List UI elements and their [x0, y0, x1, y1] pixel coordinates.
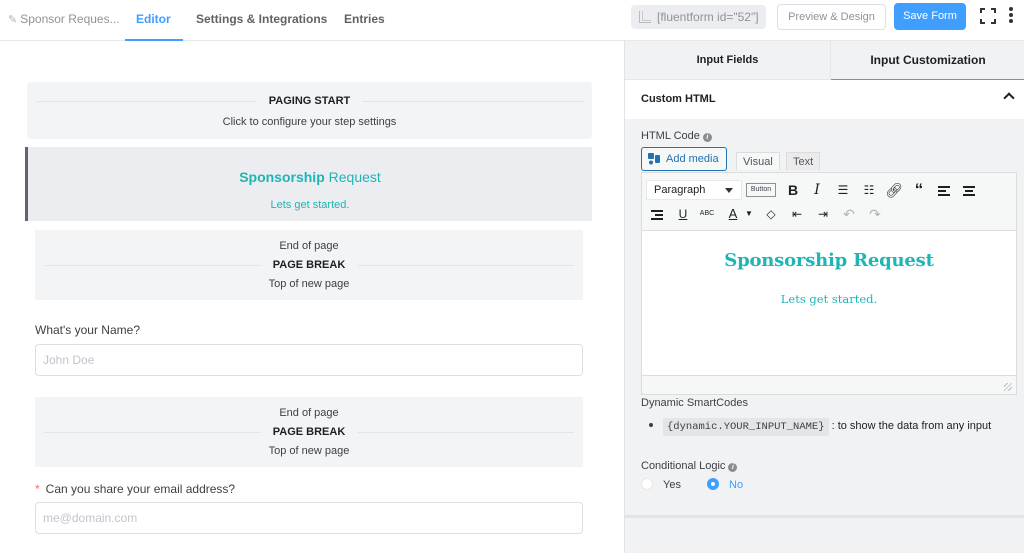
- top-bar: ✎ Sponsor Reques... Editor Settings & Int…: [0, 0, 1024, 41]
- bold-icon[interactable]: B: [782, 179, 804, 201]
- tab-input-customization[interactable]: Input Customization: [830, 41, 1024, 81]
- resize-handle[interactable]: [1004, 383, 1012, 391]
- pencil-icon: ✎: [8, 14, 18, 26]
- toolbar-row: U ABC A ▼ ◇ ⇤ ⇥ ↶ ↷: [642, 203, 1016, 227]
- page-break-block[interactable]: End of page PAGE BREAK Top of new page: [35, 230, 583, 300]
- editor-tab-text[interactable]: Text: [786, 152, 821, 170]
- info-icon: i: [702, 133, 712, 142]
- paging-start-block[interactable]: PAGING START Click to configure your ste…: [27, 82, 592, 139]
- chevron-up-icon: [1003, 92, 1015, 104]
- dynamic-smartcodes-label: Dynamic SmartCodes: [641, 397, 748, 409]
- shortcode-text: [fluentform id="52"]: [657, 10, 759, 24]
- end-of-page-text: End of page: [279, 240, 339, 252]
- blockquote-icon[interactable]: “: [908, 179, 930, 201]
- add-media-button[interactable]: Add media: [641, 147, 727, 171]
- redo-icon[interactable]: ↷: [864, 203, 886, 225]
- align-right-icon[interactable]: [646, 203, 668, 225]
- content-paragraph: Lets get started.: [780, 292, 878, 306]
- indent-icon[interactable]: ⇥: [812, 203, 834, 225]
- copy-icon: [639, 11, 651, 23]
- paging-start-subtitle: Click to configure your step settings: [222, 116, 397, 128]
- link-icon[interactable]: 🔗︎: [883, 179, 905, 201]
- conditional-no-radio[interactable]: No: [707, 478, 743, 491]
- bullet-list-icon[interactable]: ☰: [832, 179, 854, 201]
- content-heading: Sponsorship Request: [724, 250, 934, 271]
- end-of-page-text: End of page: [279, 407, 339, 419]
- custom-html-subtext: Lets get started.: [270, 199, 350, 211]
- html-code-label: HTML Code i: [641, 130, 712, 142]
- fullscreen-icon[interactable]: [980, 8, 996, 24]
- strikethrough-icon[interactable]: ABC: [696, 203, 718, 225]
- info-icon: i: [728, 463, 738, 472]
- conditional-yes-radio[interactable]: Yes: [641, 478, 681, 491]
- email-input[interactable]: me@domain.com: [35, 502, 583, 534]
- form-title-tab[interactable]: ✎ Sponsor Reques...: [8, 0, 120, 41]
- html-editor: Paragraph Button B I ☰ ☷ 🔗︎ “ U ABC A ▼ …: [641, 172, 1017, 395]
- top-of-new-page-text: Top of new page: [268, 278, 350, 290]
- form-title: Sponsor Reques...: [20, 12, 120, 26]
- numbered-list-icon[interactable]: ☷: [858, 179, 880, 201]
- email-field-label: * Can you share your email address?: [35, 482, 236, 496]
- text-color-dropdown-icon[interactable]: ▼: [738, 203, 760, 225]
- align-center-icon[interactable]: [958, 179, 980, 201]
- format-select[interactable]: Paragraph: [646, 180, 742, 200]
- conditional-logic-label: Conditional Logic i: [641, 460, 738, 472]
- name-field-label: What's your Name?: [35, 323, 140, 337]
- paging-start-title: PAGING START: [256, 95, 363, 107]
- form-editor-canvas: PAGING START Click to configure your ste…: [0, 41, 624, 553]
- panel-tabs: Input Fields Input Customization: [625, 41, 1024, 81]
- italic-icon[interactable]: I: [806, 179, 828, 201]
- align-left-icon[interactable]: [933, 179, 955, 201]
- custom-html-section-header[interactable]: Custom HTML: [625, 80, 1024, 119]
- tab-editor[interactable]: Editor: [125, 0, 183, 41]
- tab-settings-integrations[interactable]: Settings & Integrations: [196, 0, 327, 41]
- settings-panel: Input Fields Input Customization Custom …: [624, 41, 1024, 553]
- page-break-title: PAGE BREAK: [260, 426, 358, 438]
- page-break-block[interactable]: End of page PAGE BREAK Top of new page: [35, 397, 583, 467]
- editor-content-area[interactable]: Sponsorship Request Lets get started.: [642, 230, 1016, 376]
- dropdown-arrow-icon: [725, 188, 733, 193]
- clear-formatting-icon[interactable]: ◇: [760, 203, 782, 225]
- top-of-new-page-text: Top of new page: [268, 445, 350, 457]
- radio-checked-icon: [707, 478, 719, 490]
- shortcode-copy[interactable]: [fluentform id="52"]: [631, 5, 766, 29]
- smartcode-description: : to show the data from any input: [828, 420, 992, 432]
- toolbar-row: Paragraph Button B I ☰ ☷ 🔗︎ “: [642, 179, 1016, 203]
- tab-entries[interactable]: Entries: [344, 0, 385, 41]
- insert-button-button[interactable]: Button: [746, 183, 776, 197]
- page-break-title: PAGE BREAK: [260, 259, 358, 271]
- custom-html-heading: Sponsorship Request: [239, 169, 381, 185]
- divider: [625, 515, 1024, 518]
- tab-input-fields[interactable]: Input Fields: [625, 41, 830, 80]
- preview-design-button[interactable]: Preview & Design: [777, 4, 886, 30]
- custom-html-block[interactable]: Sponsorship Request Lets get started.: [25, 147, 592, 221]
- smartcode-item: {dynamic.YOUR_INPUT_NAME} : to show the …: [649, 418, 992, 436]
- smartcode: {dynamic.YOUR_INPUT_NAME}: [663, 418, 829, 436]
- radio-unchecked-icon: [641, 478, 653, 490]
- media-icon: [648, 153, 660, 165]
- editor-tab-visual[interactable]: Visual: [736, 152, 780, 170]
- outdent-icon[interactable]: ⇤: [786, 203, 808, 225]
- required-mark: *: [35, 482, 40, 496]
- underline-icon[interactable]: U: [672, 203, 694, 225]
- save-form-button[interactable]: Save Form: [894, 3, 966, 30]
- name-input[interactable]: John Doe: [35, 344, 583, 376]
- undo-icon[interactable]: ↶: [838, 203, 860, 225]
- more-options-icon[interactable]: [1008, 7, 1014, 25]
- section-title: Custom HTML: [641, 93, 716, 105]
